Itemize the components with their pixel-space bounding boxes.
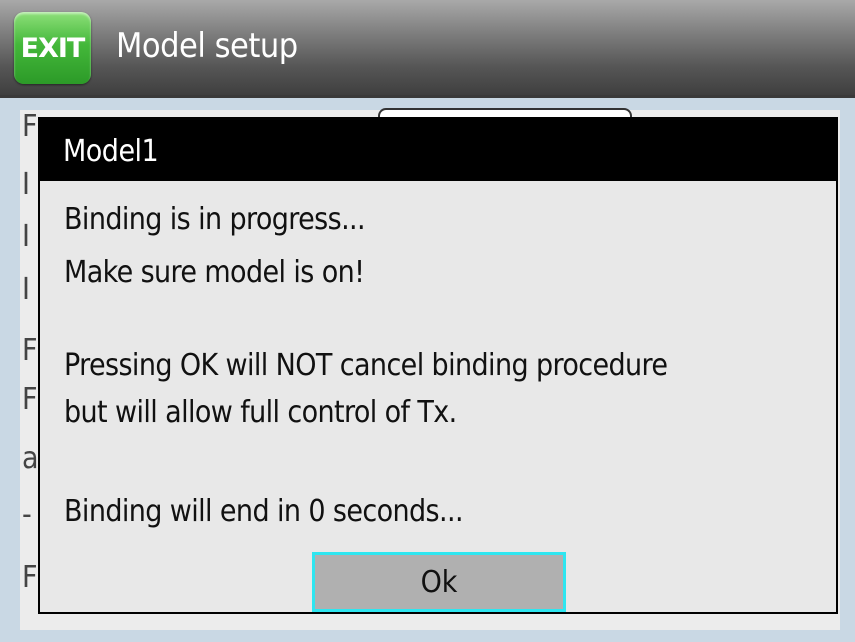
background-row-label: F	[22, 560, 38, 595]
background-row-label: I	[22, 167, 30, 202]
dialog-message-line: Make sure model is on!	[64, 255, 365, 290]
dialog-message-line: Pressing OK will NOT cancel binding proc…	[64, 348, 668, 383]
exit-button[interactable]: EXIT	[14, 12, 91, 84]
background-row-label: F	[22, 333, 38, 368]
dialog-message-line: but will allow full control of Tx.	[64, 395, 457, 430]
dialog-header: Model1	[40, 119, 836, 181]
background-row-label: -	[22, 497, 32, 532]
radio-screen: EXIT Model setup F I I I F F a - F Model…	[0, 0, 855, 642]
background-row-label: F	[22, 109, 38, 144]
dialog-title: Model1	[63, 134, 159, 169]
title-bar: EXIT Model setup	[0, 0, 855, 98]
binding-dialog: Model1 Binding is in progress... Make su…	[38, 117, 838, 614]
background-row-label: F	[22, 382, 38, 417]
background-row-label: I	[22, 219, 30, 254]
background-row-label: I	[22, 272, 30, 307]
background-row-label: a	[22, 441, 39, 476]
dialog-message-line: Binding is in progress...	[64, 202, 366, 237]
dialog-countdown-line: Binding will end in 0 seconds...	[64, 494, 464, 529]
page-title: Model setup	[116, 26, 298, 66]
ok-button[interactable]: Ok	[312, 552, 566, 612]
